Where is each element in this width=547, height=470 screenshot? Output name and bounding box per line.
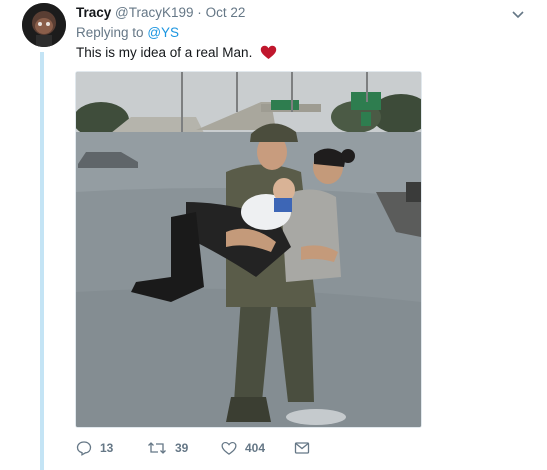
chevron-down-icon[interactable] bbox=[511, 7, 525, 19]
tweet-body: This is my idea of a real Man. bbox=[76, 45, 253, 60]
reply-action[interactable]: 13 bbox=[76, 437, 113, 459]
dm-icon[interactable] bbox=[294, 441, 310, 455]
replying-label: Replying to bbox=[76, 25, 144, 40]
like-action[interactable]: 404 bbox=[221, 437, 265, 459]
thread-line bbox=[40, 52, 44, 470]
like-icon[interactable] bbox=[221, 441, 237, 456]
dm-action[interactable] bbox=[294, 437, 310, 459]
retweet-action[interactable]: 39 bbox=[147, 437, 188, 459]
tweet-text: This is my idea of a real Man. bbox=[76, 44, 277, 65]
reply-icon[interactable] bbox=[76, 440, 92, 456]
tweet-photo[interactable] bbox=[75, 71, 422, 428]
retweet-count: 39 bbox=[175, 441, 189, 455]
retweet-icon[interactable] bbox=[147, 440, 167, 456]
tweet-date[interactable]: Oct 22 bbox=[206, 5, 246, 20]
tweet-header: Tracy @TracyK199 · Oct 22 bbox=[76, 4, 533, 22]
replying-to: Replying to @YS bbox=[76, 24, 179, 42]
avatar[interactable] bbox=[22, 3, 66, 47]
user-handle[interactable]: @TracyK199 bbox=[115, 5, 193, 20]
separator: · bbox=[197, 5, 202, 20]
reply-count: 13 bbox=[100, 441, 114, 455]
like-count: 404 bbox=[245, 441, 266, 455]
replying-handle[interactable]: @YS bbox=[147, 25, 179, 40]
display-name[interactable]: Tracy bbox=[76, 5, 111, 20]
heart-icon bbox=[260, 45, 277, 65]
